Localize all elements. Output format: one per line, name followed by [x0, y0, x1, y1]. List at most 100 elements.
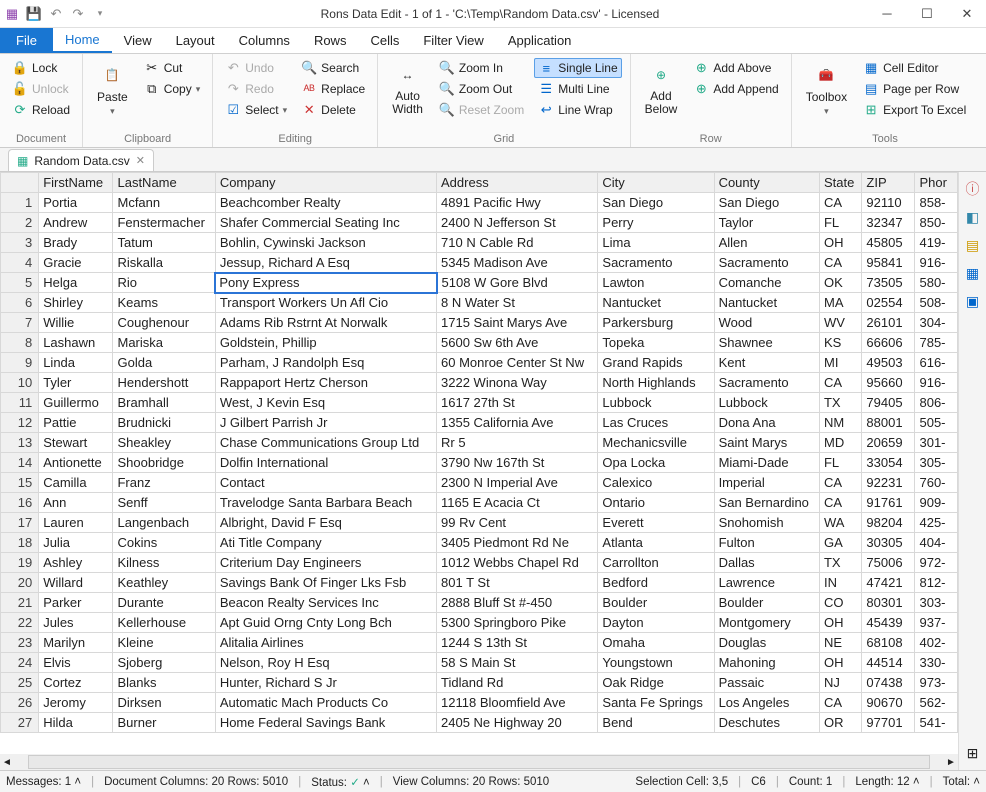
cell[interactable]: Sacramento — [714, 253, 819, 273]
data-grid[interactable]: FirstNameLastNameCompanyAddressCityCount… — [0, 172, 958, 754]
cell[interactable]: NJ — [819, 673, 861, 693]
cell[interactable]: Atlanta — [598, 533, 714, 553]
document-tab[interactable]: ▦ Random Data.csv ✕ — [8, 149, 154, 171]
cell[interactable]: Deschutes — [714, 713, 819, 733]
list-panel-icon[interactable]: ▤ — [962, 234, 984, 256]
row-number[interactable]: 24 — [1, 653, 39, 673]
cell[interactable]: 5300 Springboro Pike — [437, 613, 598, 633]
cell[interactable]: 49503 — [862, 353, 915, 373]
cell[interactable]: 73505 — [862, 273, 915, 293]
cell[interactable]: OH — [819, 233, 861, 253]
cell[interactable]: Mechanicsville — [598, 433, 714, 453]
cell[interactable]: Cortez — [39, 673, 113, 693]
copy-button[interactable]: ⧉Copy▾ — [140, 79, 205, 99]
cell[interactable]: 5108 W Gore Blvd — [437, 273, 598, 293]
cell[interactable]: 330- — [915, 653, 958, 673]
cell[interactable]: 1165 E Acacia Ct — [437, 493, 598, 513]
select-button[interactable]: ☑Select▾ — [221, 100, 291, 120]
cell[interactable]: CA — [819, 373, 861, 393]
cell[interactable]: Kellerhouse — [113, 613, 215, 633]
cell[interactable]: Lubbock — [714, 393, 819, 413]
cell[interactable]: Burner — [113, 713, 215, 733]
cell[interactable]: Jules — [39, 613, 113, 633]
cell[interactable]: Lawton — [598, 273, 714, 293]
cell[interactable]: 812- — [915, 573, 958, 593]
cell[interactable]: GA — [819, 533, 861, 553]
row-number[interactable]: 15 — [1, 473, 39, 493]
cell[interactable]: NE — [819, 633, 861, 653]
cell[interactable]: Sacramento — [598, 253, 714, 273]
row-number[interactable]: 6 — [1, 293, 39, 313]
row-number[interactable]: 19 — [1, 553, 39, 573]
cell[interactable]: 92231 — [862, 473, 915, 493]
cell[interactable]: Lawrence — [714, 573, 819, 593]
cell[interactable]: 8 N Water St — [437, 293, 598, 313]
cell[interactable]: 801 T St — [437, 573, 598, 593]
cell[interactable]: Adams Rib Rstrnt At Norwalk — [215, 313, 436, 333]
cell[interactable]: San Bernardino — [714, 493, 819, 513]
cell[interactable]: San Diego — [598, 193, 714, 213]
cell[interactable]: Willard — [39, 573, 113, 593]
delete-button[interactable]: ✕Delete — [297, 100, 369, 120]
redo-button[interactable]: ↷Redo — [221, 79, 291, 99]
cell[interactable]: Taylor — [714, 213, 819, 233]
tab-file[interactable]: File — [0, 28, 53, 53]
cell[interactable]: Imperial — [714, 473, 819, 493]
column-header[interactable]: Address — [437, 173, 598, 193]
addabove-button[interactable]: ⊕Add Above — [689, 58, 782, 78]
cell[interactable]: Criterium Day Engineers — [215, 553, 436, 573]
zoomin-button[interactable]: 🔍Zoom In — [435, 58, 528, 78]
cell[interactable]: Ashley — [39, 553, 113, 573]
cell[interactable]: Contact — [215, 473, 436, 493]
scroll-left-icon[interactable]: ◄ — [0, 755, 14, 769]
cell[interactable]: TX — [819, 553, 861, 573]
addbelow-button[interactable]: ⊕Add Below — [639, 58, 684, 120]
cell[interactable]: Sjoberg — [113, 653, 215, 673]
cell[interactable]: CA — [819, 473, 861, 493]
cell[interactable]: Nantucket — [714, 293, 819, 313]
cell[interactable]: 404- — [915, 533, 958, 553]
cell[interactable]: 301- — [915, 433, 958, 453]
row-number[interactable]: 8 — [1, 333, 39, 353]
cell[interactable]: 80301 — [862, 593, 915, 613]
cell[interactable]: 303- — [915, 593, 958, 613]
horizontal-scrollbar[interactable]: ◄ ► — [0, 754, 958, 770]
cell[interactable]: Durante — [113, 593, 215, 613]
pageperrow-button[interactable]: ▤Page per Row — [859, 79, 970, 99]
cell[interactable]: 1355 California Ave — [437, 413, 598, 433]
export-button[interactable]: ⊞Export To Excel — [859, 100, 970, 120]
cell[interactable]: Savings Bank Of Finger Lks Fsb — [215, 573, 436, 593]
info-panel-icon[interactable]: ⓘ — [962, 178, 984, 200]
column-header[interactable]: FirstName — [39, 173, 113, 193]
cell[interactable]: 973- — [915, 673, 958, 693]
row-number[interactable]: 27 — [1, 713, 39, 733]
column-header[interactable]: County — [714, 173, 819, 193]
cell[interactable]: 12118 Bloomfield Ave — [437, 693, 598, 713]
resetzoom-button[interactable]: 🔍Reset Zoom — [435, 100, 528, 120]
cell[interactable]: WA — [819, 513, 861, 533]
cell[interactable]: 1715 Saint Marys Ave — [437, 313, 598, 333]
cell[interactable]: Opa Locka — [598, 453, 714, 473]
cell[interactable]: Langenbach — [113, 513, 215, 533]
cell[interactable]: Boulder — [598, 593, 714, 613]
cell[interactable]: Nelson, Roy H Esq — [215, 653, 436, 673]
cell[interactable]: 33054 — [862, 453, 915, 473]
cell[interactable]: Gracie — [39, 253, 113, 273]
tab-filter-view[interactable]: Filter View — [411, 28, 495, 53]
cell[interactable]: Shirley — [39, 293, 113, 313]
cell[interactable]: 45439 — [862, 613, 915, 633]
table-panel-icon[interactable]: ⊞ — [962, 742, 984, 764]
cell[interactable]: Andrew — [39, 213, 113, 233]
qat-dropdown-icon[interactable]: ▾ — [92, 6, 108, 22]
windows-panel-icon[interactable]: ◧ — [962, 206, 984, 228]
cell[interactable]: 419- — [915, 233, 958, 253]
cell[interactable]: Bramhall — [113, 393, 215, 413]
cell[interactable]: Fulton — [714, 533, 819, 553]
cell[interactable]: Comanche — [714, 273, 819, 293]
cell[interactable]: Los Angeles — [714, 693, 819, 713]
cell[interactable]: San Diego — [714, 193, 819, 213]
tab-rows[interactable]: Rows — [302, 28, 359, 53]
cut-button[interactable]: ✂Cut — [140, 58, 205, 78]
cell[interactable]: Grand Rapids — [598, 353, 714, 373]
cell[interactable]: Bedford — [598, 573, 714, 593]
